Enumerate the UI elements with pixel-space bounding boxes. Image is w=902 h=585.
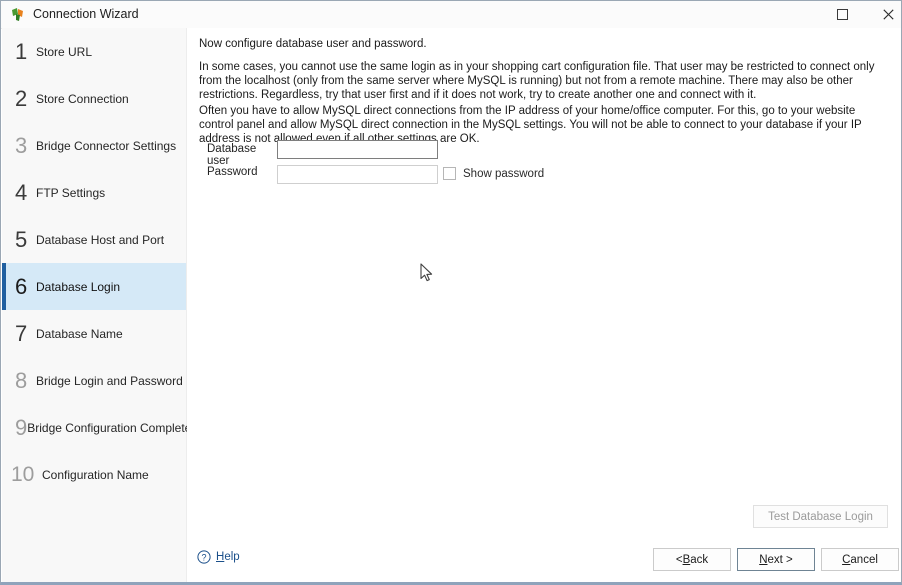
step-label: Database Name [36, 326, 123, 341]
show-password-label: Show password [463, 167, 545, 180]
question-circle-icon: ? [197, 550, 211, 564]
title-bar: Connection Wizard [1, 1, 901, 29]
next-button-suffix: ext > [767, 553, 793, 566]
step-label: Bridge Login and Password [36, 373, 183, 388]
close-icon [882, 8, 894, 20]
step-number: 5 [15, 226, 28, 252]
sidebar-item-configuration-name[interactable]: 10 Configuration Name [2, 451, 186, 498]
step-label: FTP Settings [36, 185, 106, 200]
back-button-suffix: ack [690, 553, 709, 566]
back-button-mnemonic: B [682, 553, 691, 566]
step-number: 8 [15, 367, 28, 393]
step-label: Store URL [36, 44, 93, 59]
back-button[interactable]: < Back [653, 548, 731, 571]
next-button[interactable]: Next > [737, 548, 815, 571]
connection-wizard-window: Connection Wizard 1 Store URL 2 Store Co… [0, 0, 902, 585]
help-link[interactable]: ? Help [197, 550, 240, 564]
step-number: 6 [15, 273, 28, 299]
intro-text: Now configure database user and password… [199, 38, 427, 50]
step-label: Configuration Name [42, 467, 149, 482]
help-label: Help [216, 551, 240, 563]
window-title: Connection Wizard [33, 7, 139, 21]
password-label: Password [207, 166, 258, 178]
cancel-button[interactable]: Cancel [821, 548, 899, 571]
show-password-checkbox[interactable] [443, 167, 456, 180]
password-input[interactable] [277, 165, 438, 184]
wizard-content-pane: Now configure database user and password… [187, 28, 901, 582]
database-user-input[interactable] [277, 140, 438, 159]
test-database-login-button[interactable]: Test Database Login [753, 505, 888, 528]
sidebar-item-store-connection[interactable]: 2 Store Connection [2, 75, 186, 122]
next-button-mnemonic: N [759, 553, 768, 566]
cancel-button-mnemonic: C [842, 553, 851, 566]
maximize-icon [836, 8, 848, 20]
sidebar-item-database-host-and-port[interactable]: 5 Database Host and Port [2, 216, 186, 263]
step-number: 4 [15, 179, 28, 205]
step-label: Bridge Connector Settings [36, 138, 177, 153]
step-number: 10 [11, 463, 35, 486]
step-number: 2 [15, 85, 28, 111]
step-number: 7 [15, 320, 28, 346]
sidebar-item-database-login[interactable]: 6 Database Login [2, 263, 186, 310]
help-suffix: elp [224, 551, 240, 563]
test-database-login-label: Test Database Login [768, 510, 873, 523]
step-number: 1 [15, 38, 28, 64]
password-row: Password Show password [187, 163, 901, 186]
back-button-prefix: < [675, 553, 683, 566]
svg-text:?: ? [201, 552, 206, 562]
sidebar-item-store-url[interactable]: 1 Store URL [2, 28, 186, 75]
show-password-checkbox-wrap[interactable]: Show password [443, 167, 544, 180]
wizard-step-sidebar: 1 Store URL 2 Store Connection 3 Bridge … [2, 28, 191, 582]
sidebar-item-bridge-login-and-password[interactable]: 8 Bridge Login and Password [2, 357, 186, 404]
sidebar-item-database-name[interactable]: 7 Database Name [2, 310, 186, 357]
step-number: 9 [15, 414, 28, 440]
sidebar-item-bridge-configuration-complete[interactable]: 9 Bridge Configuration Complete [2, 404, 191, 451]
body-paragraph-1: In some cases, you cannot use the same l… [199, 61, 875, 102]
close-button[interactable] [865, 1, 901, 27]
step-label: Bridge Configuration Complete [27, 420, 192, 435]
database-user-row: Database user [187, 140, 901, 167]
database-login-form: Database user Password Show password [187, 140, 901, 186]
step-label: Database Host and Port [36, 232, 165, 247]
maximize-button[interactable] [819, 1, 865, 27]
app-logo-icon [12, 8, 23, 21]
step-label: Store Connection [36, 91, 129, 106]
sidebar-item-ftp-settings[interactable]: 4 FTP Settings [2, 169, 186, 216]
step-label: Database Login [36, 279, 121, 294]
sidebar-item-bridge-connector-settings[interactable]: 3 Bridge Connector Settings [2, 122, 186, 169]
cancel-button-suffix: ancel [850, 553, 878, 566]
step-number: 3 [15, 132, 28, 158]
